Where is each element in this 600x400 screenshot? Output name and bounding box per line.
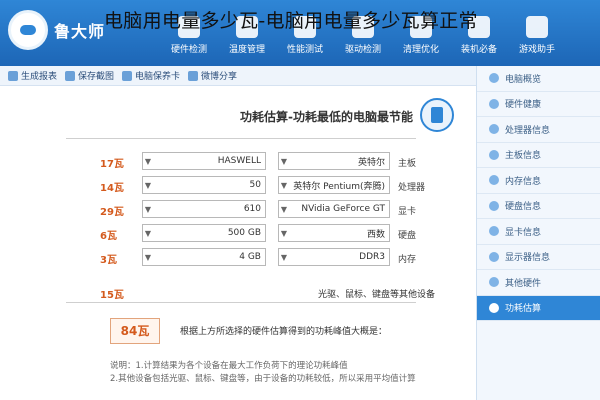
save-screenshot-button[interactable]: 保存截图 xyxy=(65,69,114,82)
chevron-down-icon: ▼ xyxy=(144,180,152,190)
power-icon xyxy=(489,302,499,313)
sidebar: 电脑概览 硬件健康 处理器信息 主板信息 内存信息 硬盘信息 显卡信息 显示器信… xyxy=(476,66,600,400)
monitor-icon xyxy=(489,251,499,262)
row-label: 主板 xyxy=(398,159,417,169)
overlay-title: 电脑用电量多少瓦-电脑用电量多少瓦算正常 xyxy=(104,10,478,32)
watt-value: 15瓦 xyxy=(100,290,124,301)
chevron-down-icon: ▼ xyxy=(280,252,288,262)
sidebar-item-disk[interactable]: 硬盘信息 xyxy=(477,194,600,219)
chevron-down-icon: ▼ xyxy=(280,180,288,190)
brand-select[interactable]: ▼ 西数 xyxy=(278,224,390,242)
row-label: 内存 xyxy=(398,255,417,265)
chevron-down-icon: ▼ xyxy=(280,156,288,166)
computer-icon xyxy=(489,73,499,84)
watt-value: 29瓦 xyxy=(100,207,124,218)
sidebar-item-health[interactable]: 硬件健康 xyxy=(477,92,600,117)
sidebar-item-overview[interactable]: 电脑概览 xyxy=(477,66,600,92)
watt-value: 14瓦 xyxy=(100,183,124,194)
chevron-down-icon: ▼ xyxy=(280,204,288,214)
sidebar-item-power[interactable]: 功耗估算 xyxy=(477,295,600,321)
row-gpu: 29瓦 ▼ 610 ▼ NVidia GeForce GT 显卡 xyxy=(100,200,430,220)
generate-report-button[interactable]: 生成报表 xyxy=(8,69,57,82)
motherboard-icon xyxy=(489,149,499,160)
watt-value: 3瓦 xyxy=(100,255,117,266)
toolbar: 生成报表 保存截图 电脑保养卡 微博分享 xyxy=(0,66,476,86)
watt-value: 17瓦 xyxy=(100,159,124,170)
other-devices-label: 光驱、鼠标、键盘等其他设备 xyxy=(318,290,436,300)
calculator-icon xyxy=(420,98,454,132)
share-icon xyxy=(188,70,199,81)
sidebar-item-monitor[interactable]: 显示器信息 xyxy=(477,245,600,270)
brand-select[interactable]: ▼ 英特尔 Pentium(奔腾) xyxy=(278,176,390,194)
brand-select[interactable]: ▼ 英特尔 xyxy=(278,152,390,170)
memory-icon xyxy=(489,175,499,186)
sidebar-item-cpu[interactable]: 处理器信息 xyxy=(477,117,600,143)
row-memory: 3瓦 ▼ 4 GB ▼ DDR3 内存 xyxy=(100,248,430,268)
chevron-down-icon: ▼ xyxy=(280,228,288,238)
chevron-down-icon: ▼ xyxy=(144,156,152,166)
brand-select[interactable]: ▼ NVidia GeForce GT xyxy=(278,200,390,218)
tab-game[interactable]: 游戏助手 xyxy=(508,10,566,62)
model-select[interactable]: ▼ HASWELL xyxy=(142,152,266,170)
chevron-down-icon: ▼ xyxy=(144,204,152,214)
cpu-icon xyxy=(489,124,499,135)
other-hardware-icon xyxy=(489,277,499,288)
model-select[interactable]: ▼ 50 xyxy=(142,176,266,194)
report-icon xyxy=(8,70,18,81)
gamepad-icon xyxy=(526,16,548,38)
mascot-icon xyxy=(8,10,48,50)
model-select[interactable]: ▼ 610 xyxy=(142,200,266,218)
gpu-icon xyxy=(489,226,499,237)
chevron-down-icon: ▼ xyxy=(144,228,152,238)
note-line: 2.其他设备包括光驱、鼠标、键盘等，由于设备的功耗较低，所以采用平均值计算 xyxy=(110,374,416,384)
page-title: 功耗估算-功耗最低的电脑最节能 xyxy=(240,110,413,124)
disk-icon xyxy=(489,200,499,211)
divider xyxy=(66,302,416,303)
row-cpu: 14瓦 ▼ 50 ▼ 英特尔 Pentium(奔腾) 处理器 xyxy=(100,176,430,196)
main-panel: 功耗估算-功耗最低的电脑最节能 17瓦 ▼ HASWELL ▼ 英特尔 主板 14瓦… xyxy=(0,86,476,400)
app-brand: 鲁大师 xyxy=(54,22,106,41)
camera-icon xyxy=(65,70,76,81)
watt-value: 6瓦 xyxy=(100,231,117,242)
note-line: 说明：1.计算结果为各个设备在最大工作负荷下的理论功耗峰值 xyxy=(110,361,348,371)
model-select[interactable]: ▼ 500 GB xyxy=(142,224,266,242)
notes: 说明：1.计算结果为各个设备在最大工作负荷下的理论功耗峰值 2.其他设备包括光驱… xyxy=(110,360,430,386)
row-label: 处理器 xyxy=(398,183,426,193)
brand-select[interactable]: ▼ DDR3 xyxy=(278,248,390,266)
row-label: 硬盘 xyxy=(398,231,417,241)
maintenance-card-button[interactable]: 电脑保养卡 xyxy=(122,69,180,82)
total-power-label: 根据上方所选择的硬件估算得到的功耗峰值大概是： xyxy=(180,327,388,337)
app-logo: 鲁大师 xyxy=(8,10,105,50)
weibo-share-button[interactable]: 微博分享 xyxy=(188,69,237,82)
row-disk: 6瓦 ▼ 500 GB ▼ 西数 硬盘 xyxy=(100,224,430,244)
total-power-value: 84瓦 xyxy=(110,318,160,344)
sidebar-item-gpu[interactable]: 显卡信息 xyxy=(477,219,600,245)
sidebar-item-memory[interactable]: 内存信息 xyxy=(477,168,600,194)
sidebar-item-other[interactable]: 其他硬件 xyxy=(477,270,600,296)
row-label: 显卡 xyxy=(398,207,417,217)
divider xyxy=(66,138,416,139)
card-icon xyxy=(122,70,133,81)
health-icon xyxy=(489,98,499,109)
row-motherboard: 17瓦 ▼ HASWELL ▼ 英特尔 主板 xyxy=(100,152,430,172)
model-select[interactable]: ▼ 4 GB xyxy=(142,248,266,266)
chevron-down-icon: ▼ xyxy=(144,252,152,262)
sidebar-item-motherboard[interactable]: 主板信息 xyxy=(477,143,600,168)
